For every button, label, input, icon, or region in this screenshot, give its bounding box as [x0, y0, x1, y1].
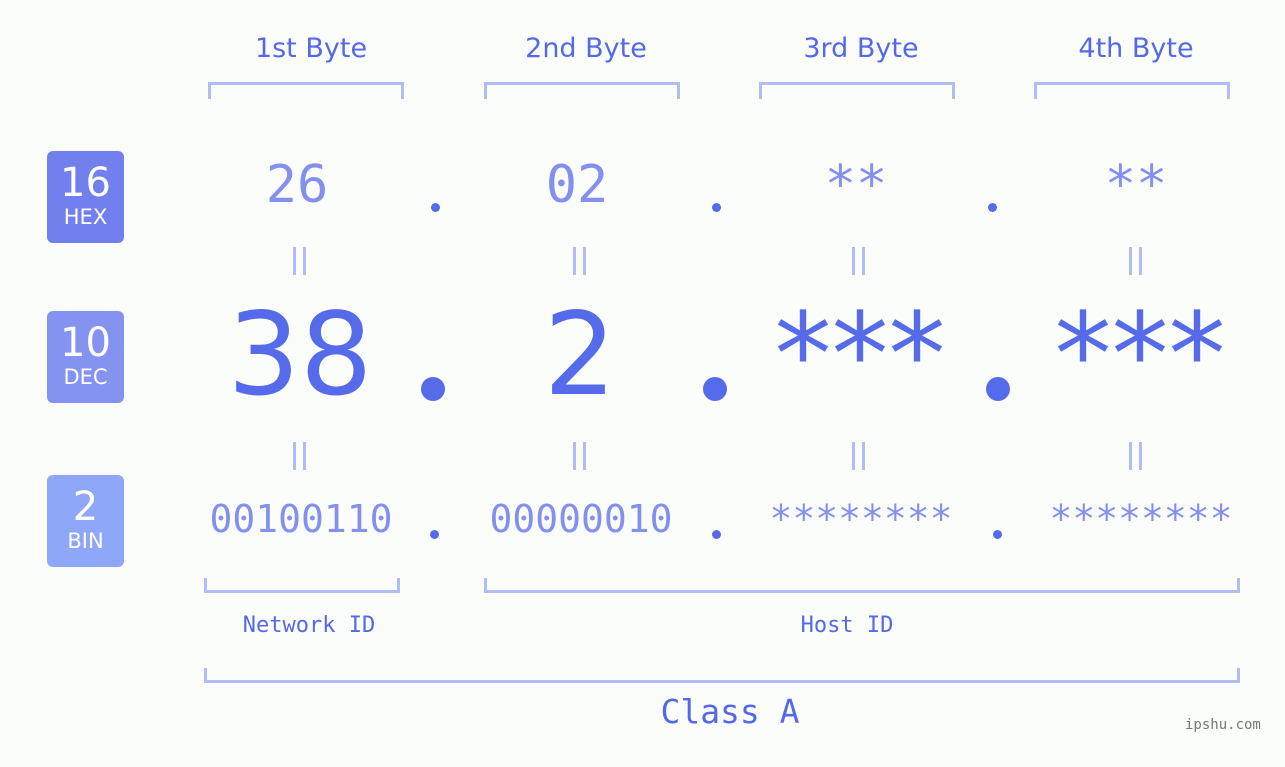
hex-dot-3 [988, 203, 997, 212]
bin-badge: 2 BIN [47, 475, 124, 567]
equals-icon [293, 442, 307, 470]
network-id-bracket [204, 578, 400, 593]
hex-dot-2 [712, 203, 721, 212]
dec-badge-label: DEC [63, 365, 108, 389]
bin-byte-3: ******** [769, 497, 953, 541]
dec-badge: 10 DEC [47, 311, 124, 403]
watermark: ipshu.com [1185, 717, 1261, 733]
bin-badge-label: BIN [67, 529, 104, 553]
class-label: Class A [660, 692, 800, 731]
byte-header-2: 2nd Byte [525, 33, 647, 64]
hex-badge-label: HEX [63, 205, 108, 229]
dec-byte-2: 2 [543, 288, 617, 421]
byte-header-4: 4th Byte [1078, 33, 1194, 64]
byte-header-1: 1st Byte [254, 33, 368, 64]
host-id-bracket [484, 578, 1240, 593]
dec-byte-1: 38 [227, 288, 373, 421]
byte-bracket-2 [484, 82, 680, 99]
bin-byte-4: ******** [1049, 497, 1233, 541]
equals-icon [573, 442, 587, 470]
network-id-label: Network ID [242, 613, 376, 638]
bin-dot-1 [430, 530, 439, 539]
hex-byte-1: 26 [265, 155, 329, 215]
hex-badge-number: 16 [60, 160, 111, 206]
byte-bracket-3 [759, 82, 955, 99]
byte-bracket-4 [1034, 82, 1230, 99]
dec-byte-3: *** [774, 288, 946, 421]
equals-icon [1129, 442, 1143, 470]
bin-badge-number: 2 [72, 484, 99, 530]
bin-dot-2 [712, 530, 721, 539]
equals-icon [293, 247, 307, 275]
hex-byte-4: ** [1104, 155, 1168, 215]
equals-icon [852, 442, 866, 470]
bin-byte-2: 00000010 [489, 497, 673, 541]
dec-dot-3 [986, 377, 1010, 401]
bin-byte-1: 00100110 [209, 497, 393, 541]
hex-byte-2: 02 [545, 155, 609, 215]
dec-badge-number: 10 [60, 320, 111, 366]
bin-dot-3 [993, 530, 1002, 539]
hex-byte-3: ** [824, 155, 888, 215]
byte-header-3: 3rd Byte [803, 33, 919, 64]
host-id-label: Host ID [800, 613, 894, 638]
byte-bracket-1 [208, 82, 404, 99]
hex-badge: 16 HEX [47, 151, 124, 243]
equals-icon [1129, 247, 1143, 275]
dec-byte-4: *** [1054, 288, 1226, 421]
class-bracket [204, 668, 1240, 683]
equals-icon [852, 247, 866, 275]
hex-dot-1 [431, 203, 440, 212]
equals-icon [573, 247, 587, 275]
dec-dot-1 [421, 377, 445, 401]
dec-dot-2 [703, 377, 727, 401]
